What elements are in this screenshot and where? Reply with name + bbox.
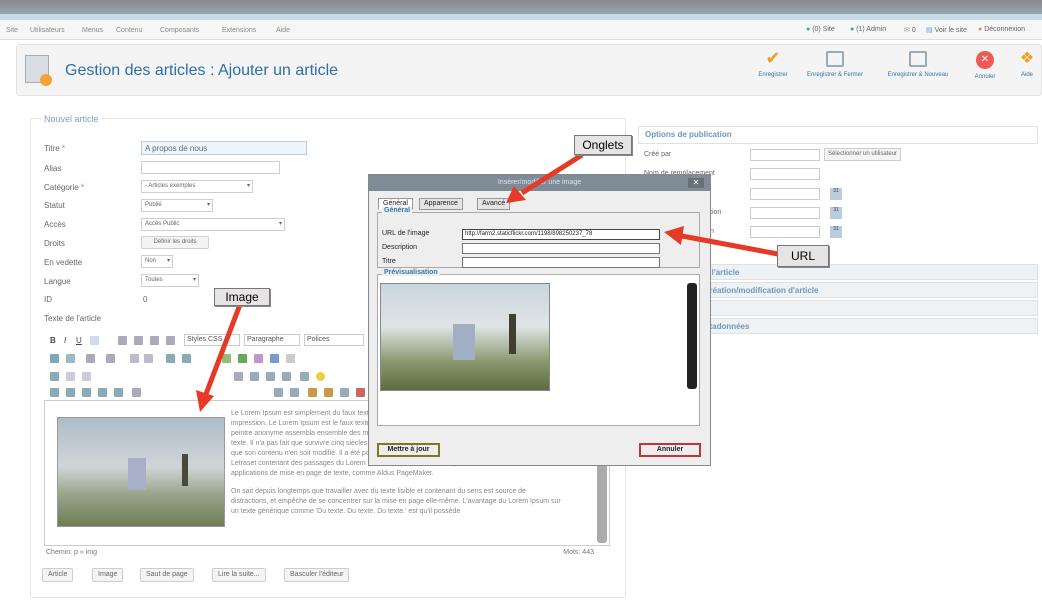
image-callout: Image — [214, 288, 270, 306]
annotation-arrows — [196, 152, 779, 412]
arrow-to-url — [664, 226, 779, 257]
arrow-to-tabs — [506, 152, 584, 203]
tabs-callout: Onglets — [574, 135, 632, 155]
url-callout: URL — [777, 245, 829, 267]
arrow-to-image — [196, 301, 244, 412]
